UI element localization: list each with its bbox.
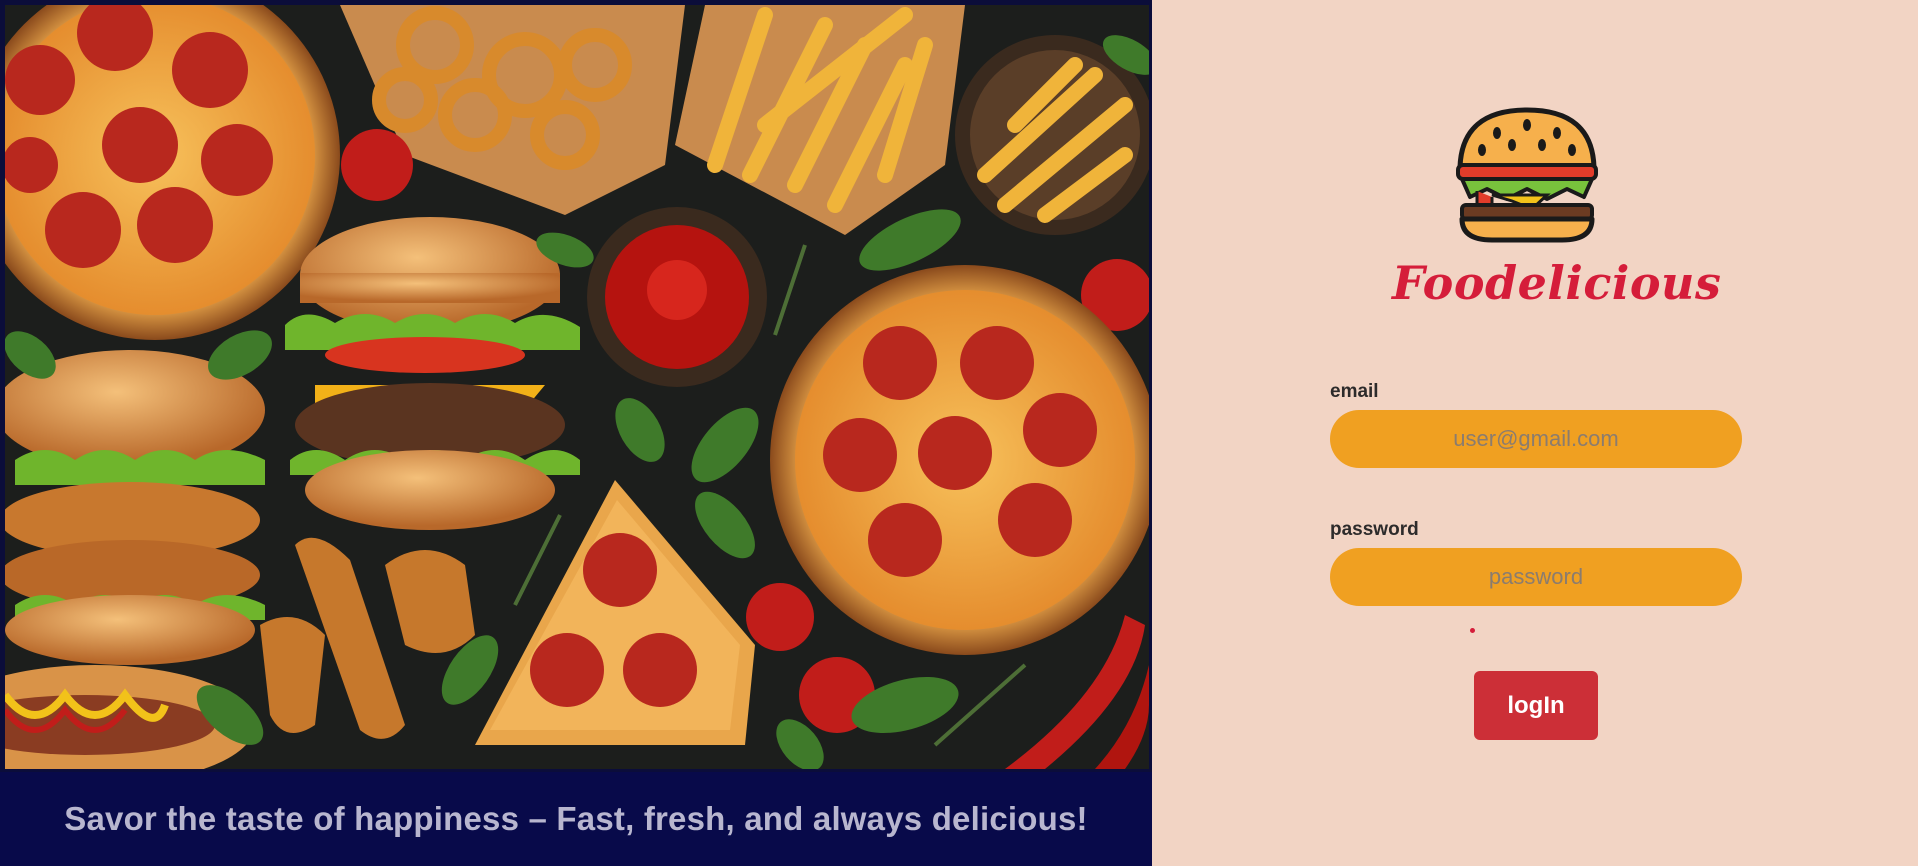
login-panel: Foodelicious email password logIn [1152, 0, 1918, 866]
password-field[interactable] [1330, 548, 1742, 606]
email-label: email [1330, 381, 1379, 402]
login-button[interactable]: logIn [1474, 671, 1598, 740]
food-collage-illustration [5, 5, 1149, 769]
tagline-text: Savor the taste of happiness – Fast, fre… [64, 800, 1088, 837]
error-message [1470, 628, 1475, 633]
tagline-bar: Savor the taste of happiness – Fast, fre… [0, 772, 1152, 866]
password-label: password [1330, 519, 1419, 540]
brand-name: Foodelicious [1392, 256, 1722, 310]
food-collage-image [5, 5, 1149, 769]
email-field[interactable] [1330, 410, 1742, 468]
burger-icon [1452, 105, 1602, 245]
hero-panel: Savor the taste of happiness – Fast, fre… [0, 0, 1152, 866]
